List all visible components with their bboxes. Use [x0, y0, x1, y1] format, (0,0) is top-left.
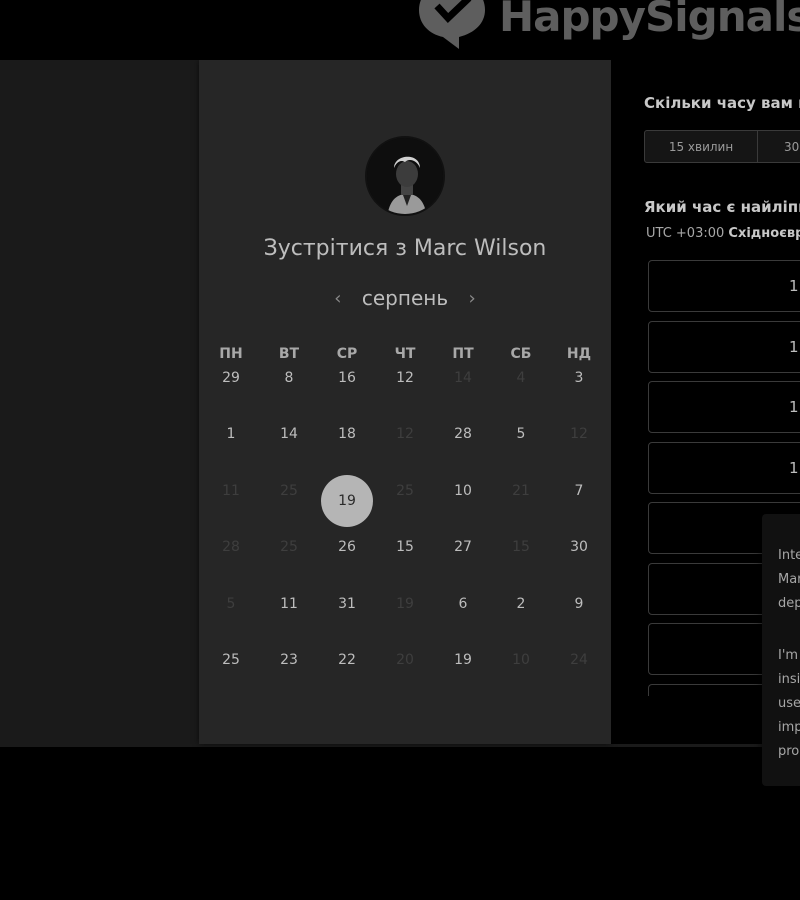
scheduler-panel: Зустрітися з Marc Wilson ‹ серпень › ПН В…: [199, 60, 611, 744]
popover-text-line: I'm: [778, 648, 799, 663]
month-navigation: ‹ серпень ›: [199, 286, 611, 310]
calendar-day[interactable]: 18: [318, 416, 376, 472]
timezone-label[interactable]: UTC +03:00 Східноєвр: [646, 226, 800, 241]
calendar-day: 12: [396, 426, 414, 443]
calendar-day[interactable]: 14: [260, 416, 318, 472]
calendar-day: 15: [512, 539, 530, 556]
calendar-day[interactable]: 10: [434, 473, 492, 529]
time-slot-button[interactable]: 1: [648, 441, 800, 494]
timezone-name: Східноєвр: [728, 226, 800, 241]
calendar-day[interactable]: 9: [550, 586, 608, 642]
calendar-day[interactable]: 23: [260, 642, 318, 698]
calendar-day[interactable]: 29: [202, 360, 260, 416]
time-question: Який час є найліпш: [644, 198, 800, 216]
calendar-day[interactable]: 6: [434, 586, 492, 642]
chevron-left-icon[interactable]: ‹: [326, 288, 350, 309]
meeting-title: Зустрітися з Marc Wilson: [263, 236, 547, 261]
popover-text-line: dep: [778, 596, 800, 611]
calendar-day: 25: [280, 482, 298, 499]
calendar-week-row: 25 23 22 20 19 10 24: [202, 642, 608, 698]
calendar-day: 10: [512, 651, 530, 668]
calendar-week-row: 5 11 31 19 6 2 9: [202, 586, 608, 642]
popover-text-line: pro: [778, 744, 800, 759]
calendar-day[interactable]: 26: [318, 529, 376, 585]
time-slot-button[interactable]: 1: [648, 381, 800, 433]
calendar-day[interactable]: 16: [318, 360, 376, 416]
calendar-week-row: 29 8 16 12 14 4 3: [202, 360, 608, 416]
calendar-day: 28: [222, 539, 240, 556]
calendar-day[interactable]: 8: [260, 360, 318, 416]
duration-15-button[interactable]: 15 хвилин: [644, 130, 758, 163]
brand-name: HappySignals: [499, 0, 800, 41]
time-slot-button[interactable]: 1: [648, 320, 800, 373]
calendar-day: 4: [516, 370, 526, 386]
timezone-offset: UTC +03:00: [646, 226, 725, 241]
chevron-right-icon[interactable]: ›: [460, 288, 484, 309]
month-label: серпень: [361, 286, 449, 310]
popover-text-line: Mar: [778, 572, 800, 587]
popover-text-line: use: [778, 696, 800, 711]
calendar-week-row: 1 14 18 12 28 5 12: [202, 416, 608, 472]
calendar-day[interactable]: 5: [492, 416, 550, 472]
calendar-day[interactable]: 3: [550, 360, 608, 416]
duration-options: 15 хвилин 30: [644, 130, 800, 163]
calendar-day-selected[interactable]: 19: [318, 473, 376, 529]
calendar-day[interactable]: 25: [202, 642, 260, 698]
calendar-day[interactable]: 27: [434, 529, 492, 585]
calendar-day: 21: [512, 482, 530, 499]
calendar-day[interactable]: 2: [492, 586, 550, 642]
calendar-day[interactable]: 11: [260, 586, 318, 642]
calendar-day[interactable]: 12: [376, 360, 434, 416]
calendar-day[interactable]: 28: [434, 416, 492, 472]
calendar-day: 12: [570, 426, 588, 443]
calendar-grid: 29 8 16 12 14 4 3 1 14 18 12 28 5 12 11 25 19 25 10 21 7 28 25…: [202, 360, 608, 698]
calendar-week-row: 28 25 26 15 27 15 30: [202, 529, 608, 585]
calendar-day[interactable]: 31: [318, 586, 376, 642]
calendar-day: 11: [222, 482, 240, 499]
calendar-day: 25: [280, 539, 298, 556]
duration-30-button[interactable]: 30: [758, 130, 800, 163]
calendar-day[interactable]: 7: [550, 473, 608, 529]
duration-question: Скільки часу вам п: [644, 94, 800, 112]
popover-text-line: imp: [778, 720, 800, 735]
calendar-day[interactable]: 15: [376, 529, 434, 585]
calendar-day[interactable]: 30: [550, 529, 608, 585]
calendar-day: 24: [570, 651, 588, 668]
popover-text-line: Inte: [778, 548, 800, 563]
calendar-day-number: 19: [338, 492, 356, 509]
calendar-day[interactable]: 22: [318, 642, 376, 698]
calendar-day: 14: [454, 370, 472, 386]
organizer-bio-popover: Inte Mar dep I'm insi use imp pro: [762, 514, 800, 786]
calendar-day: 19: [396, 595, 414, 612]
calendar-day: 20: [396, 651, 414, 668]
calendar-day: 5: [226, 595, 236, 612]
speech-bubble-icon: [415, 0, 489, 50]
calendar-day[interactable]: 1: [202, 416, 260, 472]
calendar-day[interactable]: 19: [434, 642, 492, 698]
calendar-day: 25: [396, 482, 414, 499]
organizer-avatar: [365, 136, 445, 216]
popover-text-line: insi: [778, 672, 800, 687]
calendar-week-row: 11 25 19 25 10 21 7: [202, 473, 608, 529]
time-slot-button[interactable]: 1: [648, 260, 800, 312]
brand-logo: HappySignals: [415, 0, 800, 49]
